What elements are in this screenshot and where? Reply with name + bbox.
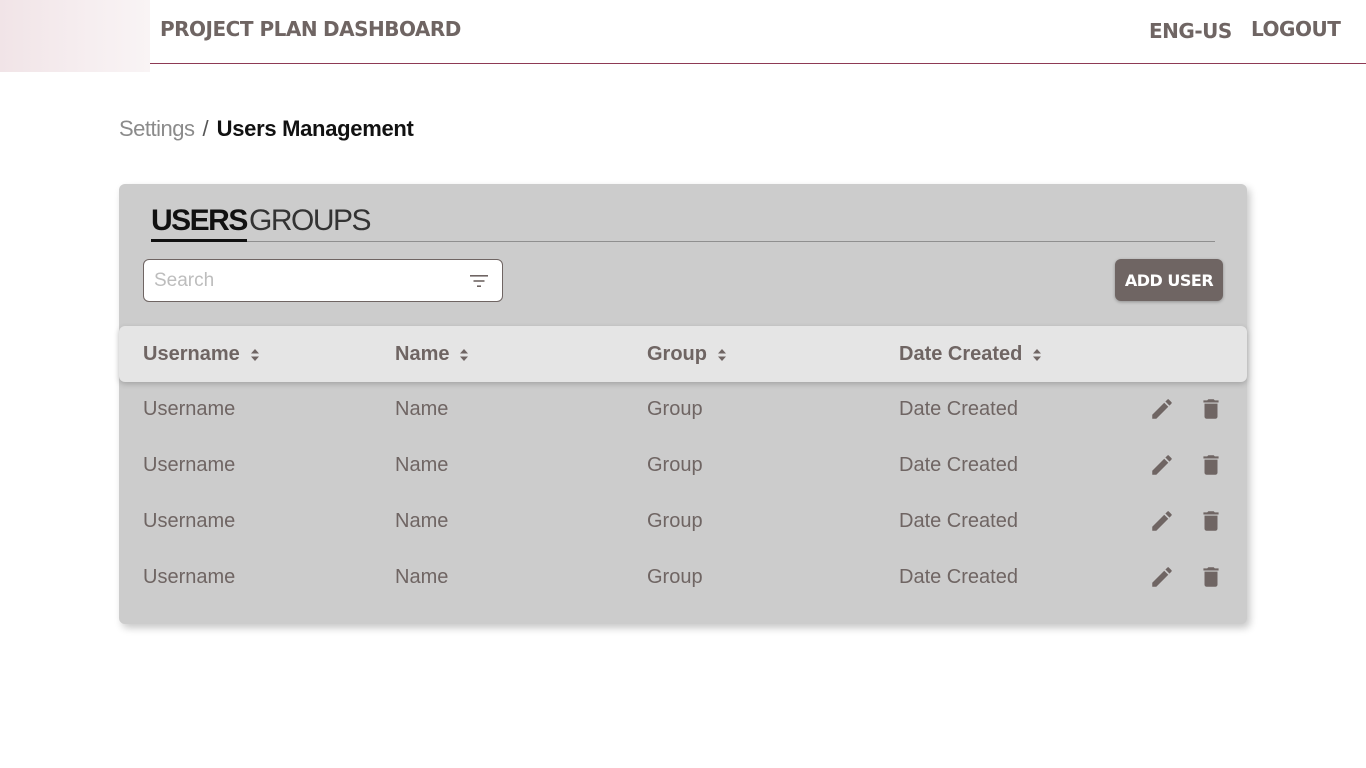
column-header-label: Group: [647, 343, 707, 365]
trash-icon[interactable]: [1198, 564, 1224, 590]
pencil-icon[interactable]: [1149, 452, 1175, 478]
cell-username: Username: [143, 510, 236, 532]
tab-users[interactable]: USERS: [151, 204, 248, 242]
cell-username: Username: [143, 566, 236, 588]
sort-icon: [1033, 348, 1042, 361]
table-row: Username Name Group Date Created: [119, 550, 1247, 606]
column-header-group[interactable]: Group: [647, 343, 727, 366]
trash-icon[interactable]: [1198, 452, 1224, 478]
table-row: Username Name Group Date Created: [119, 494, 1247, 550]
sort-icon: [718, 348, 726, 361]
pencil-icon[interactable]: [1149, 396, 1175, 422]
cell-group: Group: [647, 398, 703, 420]
breadcrumb-settings[interactable]: Settings: [119, 116, 195, 141]
nav-dashboard[interactable]: DASHBOARD: [323, 17, 461, 41]
sort-icon: [250, 348, 259, 361]
language-selector[interactable]: ENG-US: [1149, 19, 1232, 43]
column-header-username[interactable]: Username: [143, 343, 260, 366]
pencil-icon[interactable]: [1149, 508, 1175, 534]
column-header-name[interactable]: Name: [395, 343, 469, 366]
users-management-card: USERS GROUPS ADD USER Username Name Grou…: [119, 184, 1247, 624]
add-user-button[interactable]: ADD USER: [1115, 259, 1223, 301]
tab-groups[interactable]: GROUPS: [249, 204, 372, 238]
cell-date-created: Date Created: [899, 510, 1018, 532]
breadcrumb-separator: /: [202, 116, 209, 141]
cell-date-created: Date Created: [899, 454, 1018, 476]
search-box: [143, 259, 503, 302]
pencil-icon[interactable]: [1149, 564, 1175, 590]
cell-group: Group: [647, 510, 703, 532]
column-header-label: Name: [395, 343, 450, 365]
table-header: Username Name Group Date Created: [119, 326, 1247, 382]
cell-group: Group: [647, 566, 703, 588]
logo: [0, 0, 150, 72]
cell-username: Username: [143, 454, 236, 476]
cell-name: Name: [395, 510, 449, 532]
tab-bar: USERS GROUPS: [151, 204, 1215, 242]
logout-link[interactable]: LOGOUT: [1251, 17, 1341, 41]
cell-name: Name: [395, 566, 449, 588]
search-input[interactable]: [154, 268, 454, 294]
cell-name: Name: [395, 398, 449, 420]
cell-date-created: Date Created: [899, 398, 1018, 420]
cell-username: Username: [143, 398, 236, 420]
breadcrumb: Settings / Users Management: [119, 116, 414, 142]
cell-date-created: Date Created: [899, 566, 1018, 588]
nav-project-plan[interactable]: PROJECT PLAN: [160, 17, 318, 41]
trash-icon[interactable]: [1198, 396, 1224, 422]
table-row: Username Name Group Date Created: [119, 438, 1247, 494]
top-nav-bar: PROJECT PLAN DASHBOARD ENG-US LOGOUT: [150, 0, 1366, 64]
trash-icon[interactable]: [1198, 508, 1224, 534]
column-header-label: Date Created: [899, 343, 1023, 365]
column-header-date-created[interactable]: Date Created: [899, 343, 1042, 366]
table-row: Username Name Group Date Created: [119, 382, 1247, 438]
page-title: Users Management: [216, 116, 414, 141]
sort-icon: [460, 348, 469, 361]
column-header-label: Username: [143, 343, 240, 365]
cell-group: Group: [647, 454, 703, 476]
cell-name: Name: [395, 454, 449, 476]
filter-icon[interactable]: [470, 273, 488, 289]
